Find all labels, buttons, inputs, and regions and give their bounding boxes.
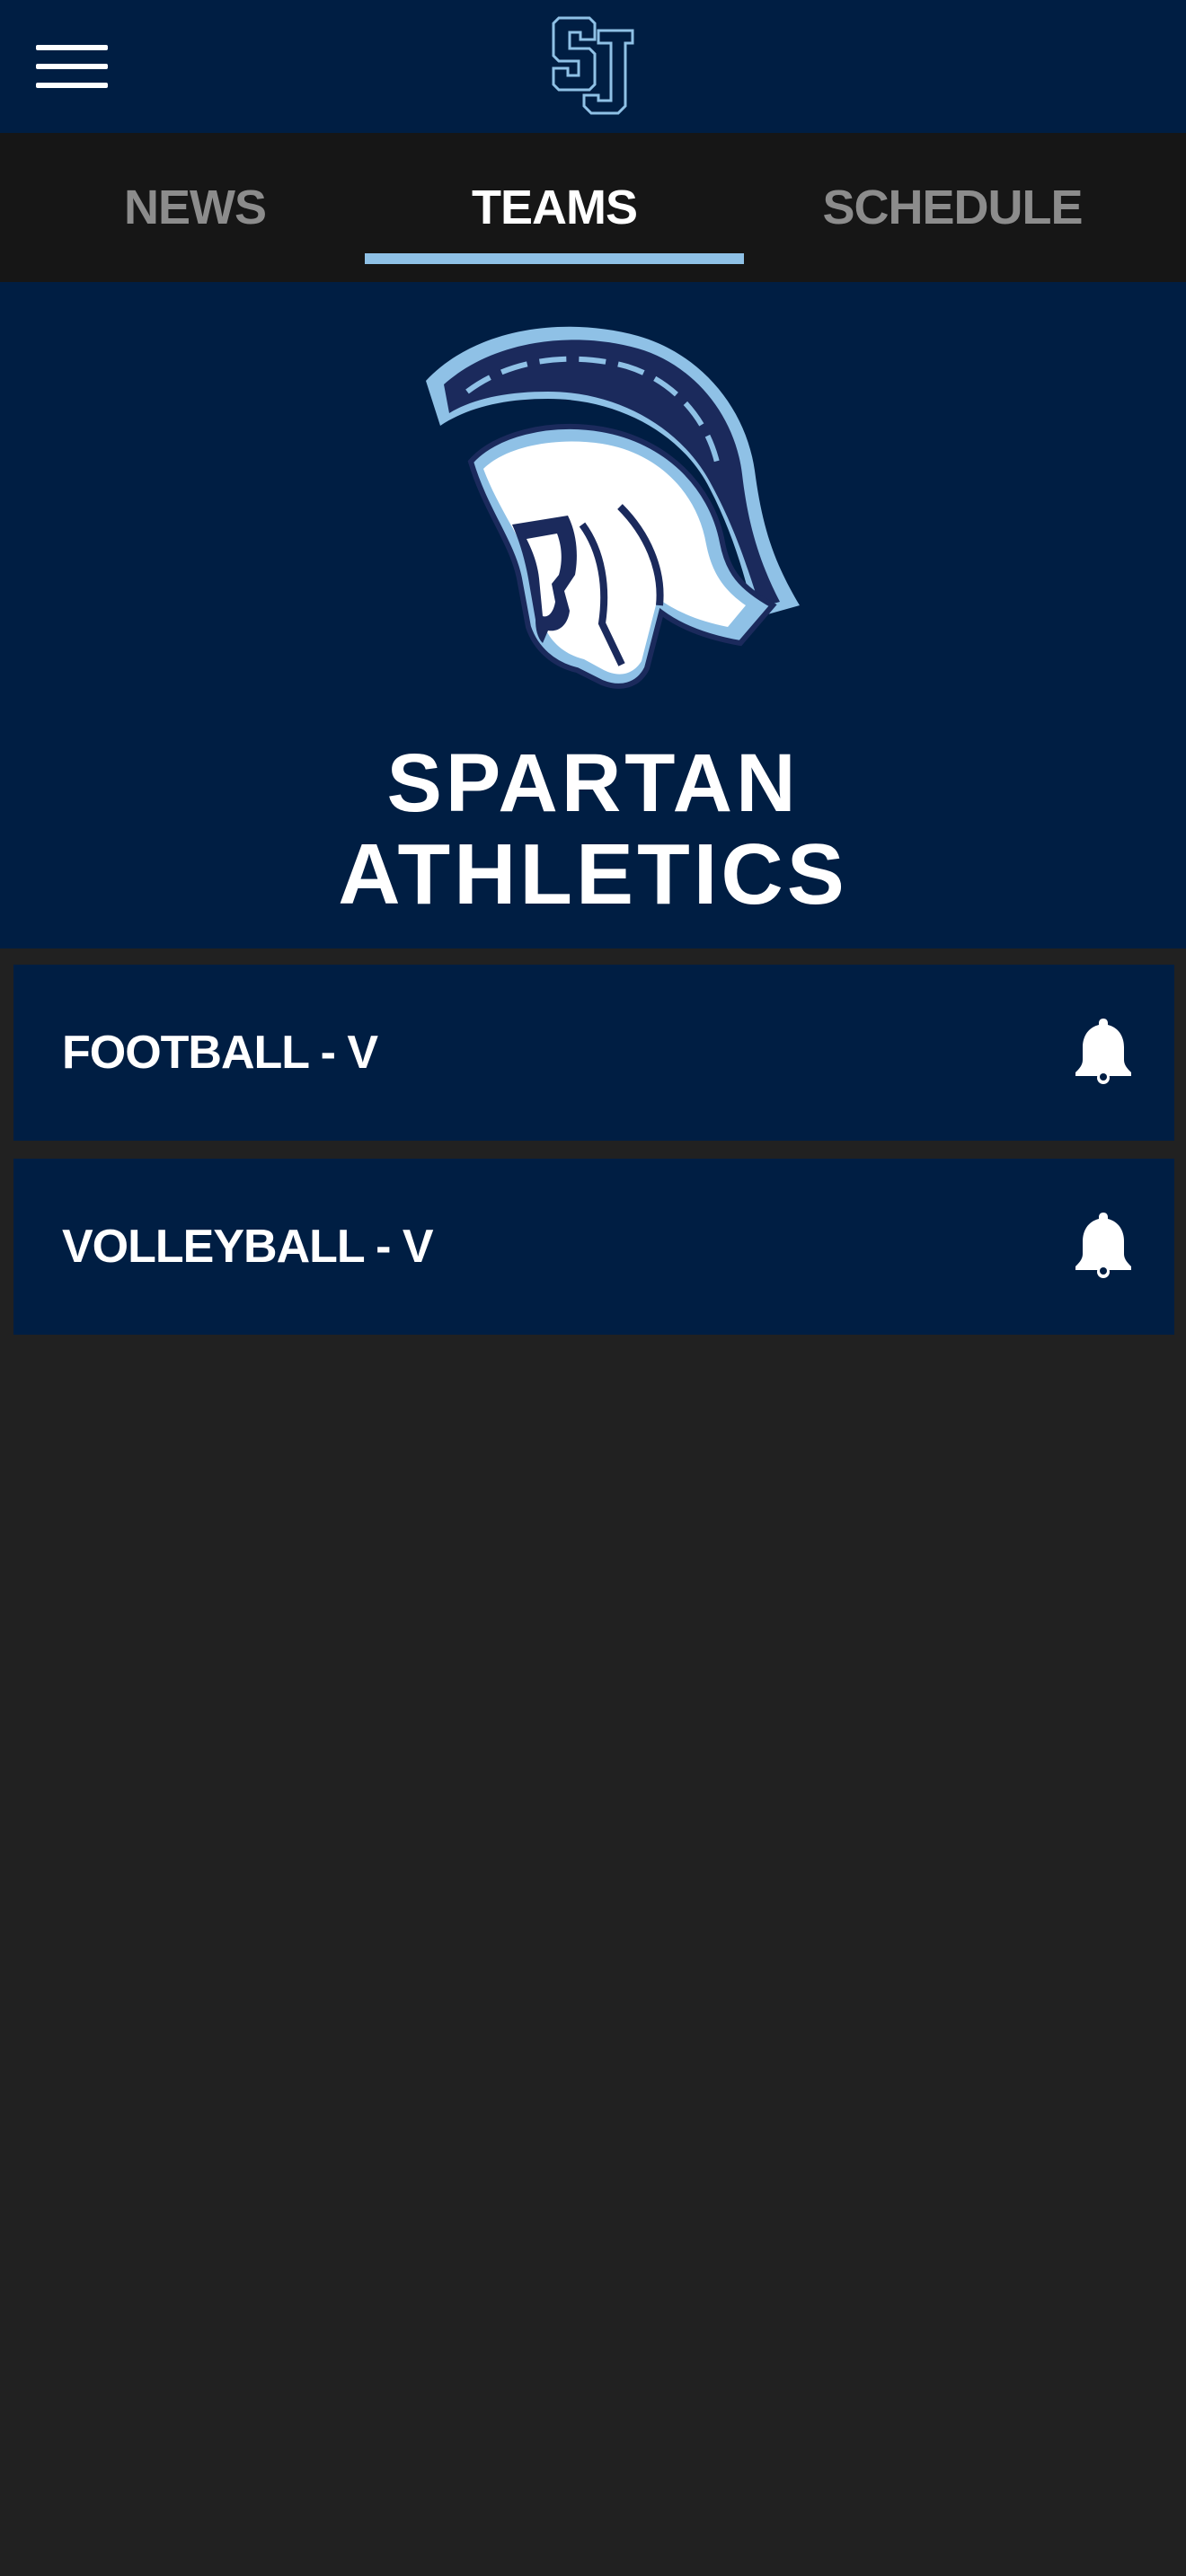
active-tab-indicator — [365, 253, 744, 264]
tab-bar: NEWS TEAMS SCHEDULE — [0, 133, 1186, 282]
banner-title-line2: ATHLETICS — [338, 826, 848, 922]
banner-title-line1: SPARTAN — [386, 737, 800, 829]
tab-news[interactable]: NEWS — [0, 133, 390, 282]
app-header — [0, 0, 1186, 133]
sj-logo-icon — [552, 16, 634, 115]
team-row-football[interactable]: FOOTBALL - V — [13, 965, 1174, 1141]
team-name: VOLLEYBALL - V — [62, 1221, 434, 1273]
team-name: FOOTBALL - V — [62, 1027, 378, 1079]
team-row-volleyball[interactable]: VOLLEYBALL - V — [13, 1159, 1174, 1335]
bell-icon[interactable] — [1074, 1017, 1133, 1085]
spartan-helmet-icon — [426, 326, 800, 689]
spartan-athletics-banner: SPARTAN ATHLETICS — [0, 282, 1186, 948]
bell-icon[interactable] — [1074, 1211, 1133, 1279]
hamburger-menu-icon[interactable] — [36, 40, 110, 93]
tab-schedule[interactable]: SCHEDULE — [744, 133, 1161, 282]
